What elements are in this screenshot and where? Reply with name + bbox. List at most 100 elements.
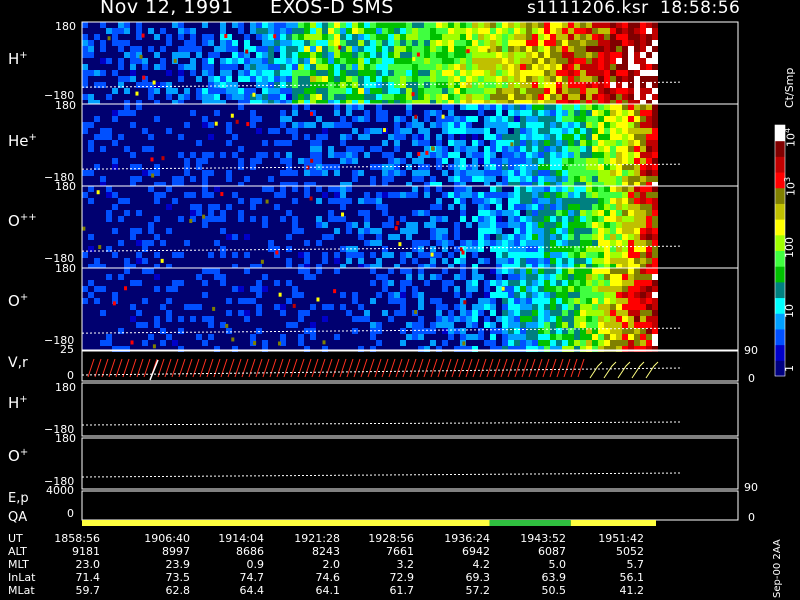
heatmap-cell [334, 52, 340, 58]
heatmap-cell [418, 316, 424, 322]
heatmap-cell [442, 246, 448, 252]
heatmap-cell [544, 280, 550, 286]
heatmap-cell [202, 186, 208, 192]
heatmap-cell [352, 28, 358, 34]
table-cell: 7661 [386, 545, 414, 558]
heatmap-cell [508, 340, 514, 346]
heatmap-cell [610, 104, 616, 110]
heatmap-cell [490, 22, 496, 28]
heatmap-cell [442, 22, 448, 28]
heatmap-cell [370, 322, 376, 328]
heatmap-cell [586, 122, 592, 128]
heatmap-cell [154, 64, 160, 70]
heatmap-cell [538, 322, 544, 328]
heatmap-cell [628, 222, 634, 228]
heatmap-cell [610, 52, 616, 58]
heatmap-cell [364, 110, 370, 116]
heatmap-cell [364, 22, 370, 28]
heatmap-cell [190, 192, 196, 198]
heatmap-cell [304, 46, 310, 52]
heatmap-speck [309, 196, 313, 201]
heatmap-cell [484, 216, 490, 222]
heatmap-cell [394, 88, 400, 94]
heatmap-cell [118, 110, 124, 116]
heatmap-cell [544, 122, 550, 128]
heatmap-cell [508, 292, 514, 298]
heatmap-cell [274, 204, 280, 210]
heatmap-cell [640, 110, 646, 116]
heatmap-cell [424, 252, 430, 258]
heatmap-cell [436, 116, 442, 122]
heatmap-cell [628, 64, 634, 70]
header-time: 18:58:56 [660, 0, 741, 18]
heatmap-cell [520, 268, 526, 274]
heatmap-cell [466, 82, 472, 88]
heatmap-cell [298, 228, 304, 234]
table-cell: 8686 [236, 545, 264, 558]
heatmap-cell [622, 134, 628, 140]
heatmap-cell [526, 274, 532, 280]
axis-tick-he-top: 180 [55, 99, 76, 112]
heatmap-cell [424, 88, 430, 94]
heatmap-cell [538, 116, 544, 122]
heatmap-cell [592, 240, 598, 246]
heatmap-cell [592, 304, 598, 310]
heatmap-cell [514, 40, 520, 46]
heatmap-cell [304, 22, 310, 28]
velocity-sawtooth [185, 358, 193, 378]
velocity-sawtooth [332, 358, 340, 378]
heatmap-cell [574, 298, 580, 304]
heatmap-cell [412, 170, 418, 176]
heatmap-cell [460, 76, 466, 82]
heatmap-cell [394, 234, 400, 240]
heatmap-cell [124, 76, 130, 82]
heatmap-cell [610, 322, 616, 328]
heatmap-cell [616, 210, 622, 216]
heatmap-cell [634, 192, 640, 198]
heatmap-cell [532, 252, 538, 258]
heatmap-cell [562, 198, 568, 204]
heatmap-cell [490, 210, 496, 216]
heatmap-cell [544, 110, 550, 116]
heatmap-cell [394, 40, 400, 46]
heatmap-cell [322, 258, 328, 264]
heatmap-cell [202, 34, 208, 40]
heatmap-cell [154, 34, 160, 40]
velocity-sawtooth [451, 358, 459, 378]
heatmap-cell [334, 76, 340, 82]
heatmap-cell [364, 46, 370, 52]
heatmap-cell [436, 204, 442, 210]
heatmap-cell [490, 304, 496, 310]
table-cell: 4.2 [472, 558, 491, 571]
heatmap-cell [640, 204, 646, 210]
qa-segment [570, 520, 656, 526]
heatmap-cell [550, 274, 556, 280]
panel-label-ep: E,p [8, 491, 29, 506]
heatmap-cell [520, 340, 526, 346]
heatmap-cell [484, 176, 490, 182]
heatmap-cell [250, 158, 256, 164]
heatmap-cell [508, 274, 514, 280]
heatmap-cell [640, 122, 646, 128]
heatmap-cell [352, 116, 358, 122]
heatmap-cell [478, 222, 484, 228]
heatmap-cell [580, 176, 586, 182]
heatmap-cell [568, 192, 574, 198]
heatmap-cell [310, 140, 316, 146]
heatmap-cell [118, 22, 124, 28]
heatmap-speck [107, 36, 111, 41]
heatmap-cell [436, 316, 442, 322]
heatmap-cell [520, 304, 526, 310]
heatmap-cell [238, 286, 244, 292]
heatmap-cell [208, 268, 214, 274]
heatmap-cell [358, 228, 364, 234]
heatmap-cell [394, 128, 400, 134]
heatmap-cell [430, 328, 436, 334]
heatmap-speck [278, 341, 282, 346]
heatmap-cell [526, 210, 532, 216]
heatmap-cell [412, 228, 418, 234]
heatmap-cell [346, 310, 352, 316]
heatmap-cell [406, 122, 412, 128]
heatmap-cell [538, 316, 544, 322]
heatmap-cell [304, 94, 310, 100]
